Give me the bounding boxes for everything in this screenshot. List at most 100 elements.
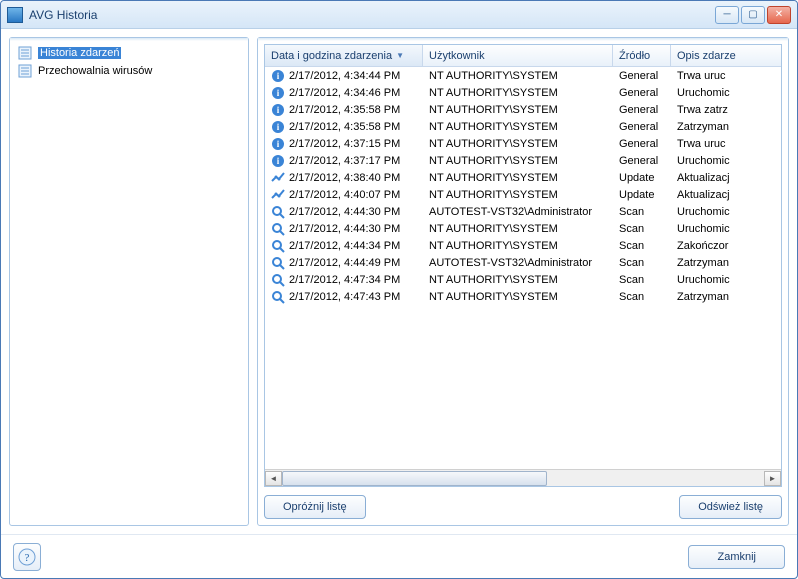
table-row[interactable]: i 2/17/2012, 4:37:15 PM NT AUTHORITY\SYSTE… [265, 135, 781, 152]
table-row[interactable]: 2/17/2012, 4:47:34 PM NT AUTHORITY\SYSTEM… [265, 271, 781, 288]
refresh-list-button[interactable]: Odśwież listę [679, 495, 782, 519]
cell-source: Update [613, 189, 671, 201]
cell-source: General [613, 70, 671, 82]
column-header-user[interactable]: Użytkownik [423, 45, 613, 66]
list-icon [18, 64, 34, 78]
info-icon: i [271, 120, 285, 134]
sidebar-item-label: Przechowalnia wirusów [38, 65, 152, 77]
scrollbar-track[interactable] [282, 471, 764, 486]
cell-text: 2/17/2012, 4:38:40 PM [289, 172, 400, 184]
cell-description: Uruchomic [671, 274, 781, 286]
cell-source: Scan [613, 206, 671, 218]
cell-user: NT AUTHORITY\SYSTEM [423, 240, 613, 252]
cell-user: AUTOTEST-VST32\Administrator [423, 206, 613, 218]
cell-user: NT AUTHORITY\SYSTEM [423, 155, 613, 167]
cell-text: 2/17/2012, 4:47:34 PM [289, 274, 400, 286]
cell-text: 2/17/2012, 4:34:46 PM [289, 87, 400, 99]
minimize-button[interactable]: ─ [715, 6, 739, 24]
cell-date: 2/17/2012, 4:47:43 PM [265, 290, 423, 304]
cell-text: 2/17/2012, 4:35:58 PM [289, 104, 400, 116]
cell-user: NT AUTHORITY\SYSTEM [423, 274, 613, 286]
table-row[interactable]: i2/17/2012, 4:34:44 PMNT AUTHORITY\SYSTE… [265, 67, 781, 84]
cell-description: Uruchomic [671, 223, 781, 235]
cell-source: Scan [613, 223, 671, 235]
cell-description: Uruchomic [671, 155, 781, 167]
scroll-left-arrow[interactable]: ◄ [265, 471, 282, 486]
scan-icon [271, 205, 285, 219]
cell-text: 2/17/2012, 4:37:15 PM [289, 138, 400, 150]
cell-description: Trwa uruc [671, 138, 781, 150]
cell-text: 2/17/2012, 4:44:34 PM [289, 240, 400, 252]
cell-user: NT AUTHORITY\SYSTEM [423, 189, 613, 201]
cell-user: NT AUTHORITY\SYSTEM [423, 291, 613, 303]
sidebar-item-virus-vault[interactable]: Przechowalnia wirusów [14, 62, 244, 80]
cell-user: NT AUTHORITY\SYSTEM [423, 138, 613, 150]
column-header-description[interactable]: Opis zdarze [671, 45, 781, 66]
scrollbar-thumb[interactable] [282, 471, 547, 486]
cell-text: 2/17/2012, 4:44:49 PM [289, 257, 400, 269]
empty-list-button[interactable]: Opróżnij listę [264, 495, 366, 519]
cell-text: 2/17/2012, 4:34:44 PM [289, 70, 400, 82]
maximize-button[interactable]: ▢ [741, 6, 765, 24]
table-row[interactable]: i2/17/2012, 4:35:58 PMNT AUTHORITY\SYSTE… [265, 101, 781, 118]
horizontal-scrollbar[interactable]: ◄ ► [265, 469, 781, 486]
sidebar-panel: Historia zdarzeń Przechowalnia wirusów [9, 37, 249, 526]
cell-description: Trwa uruc [671, 70, 781, 82]
scan-icon [271, 290, 285, 304]
cell-date: i2/17/2012, 4:34:44 PM [265, 69, 423, 83]
cell-text: 2/17/2012, 4:37:17 PM [289, 155, 400, 167]
sidebar-item-event-history[interactable]: Historia zdarzeń [14, 44, 244, 62]
cell-user: NT AUTHORITY\SYSTEM [423, 121, 613, 133]
cell-date: 2/17/2012, 4:40:07 PM [265, 188, 423, 202]
list-icon [18, 46, 34, 60]
cell-description: Aktualizacj [671, 172, 781, 184]
svg-text:?: ? [25, 552, 30, 564]
table-row[interactable]: 2/17/2012, 4:44:34 PM NT AUTHORITY\SYSTEM… [265, 237, 781, 254]
scan-icon [271, 239, 285, 253]
cell-user: NT AUTHORITY\SYSTEM [423, 70, 613, 82]
close-button[interactable]: ✕ [767, 6, 791, 24]
cell-date: i 2/17/2012, 4:37:17 PM [265, 154, 423, 168]
table-body: i2/17/2012, 4:34:44 PMNT AUTHORITY\SYSTE… [265, 67, 781, 469]
cell-text: 2/17/2012, 4:44:30 PM [289, 223, 400, 235]
table-row[interactable]: i 2/17/2012, 4:37:17 PM NT AUTHORITY\SYSTE… [265, 152, 781, 169]
table-row[interactable]: 2/17/2012, 4:44:49 PM AUTOTEST-VST32\Admi… [265, 254, 781, 271]
column-header-source[interactable]: Źródło [613, 45, 671, 66]
cell-date: 2/17/2012, 4:44:49 PM [265, 256, 423, 270]
help-button[interactable]: ? [13, 543, 41, 571]
cell-user: AUTOTEST-VST32\Administrator [423, 257, 613, 269]
cell-source: Update [613, 172, 671, 184]
table-row[interactable]: 2/17/2012, 4:44:30 PMNT AUTHORITY\SYSTEM… [265, 220, 781, 237]
cell-description: Trwa zatrz [671, 104, 781, 116]
cell-user: NT AUTHORITY\SYSTEM [423, 87, 613, 99]
info-icon: i [271, 86, 285, 100]
info-icon: i [271, 137, 285, 151]
table-row[interactable]: 2/17/2012, 4:44:30 PM AUTOTEST-VST32\Admi… [265, 203, 781, 220]
cell-description: Zatrzyman [671, 121, 781, 133]
panel-buttons: Opróżnij listę Odśwież listę [264, 495, 782, 519]
table-row[interactable]: i2/17/2012, 4:35:58 PMNT AUTHORITY\SYSTE… [265, 118, 781, 135]
cell-date: i2/17/2012, 4:35:58 PM [265, 103, 423, 117]
info-icon: i [271, 154, 285, 168]
column-header-date[interactable]: Data i godzina zdarzenia ▼ [265, 45, 423, 66]
scan-icon [271, 273, 285, 287]
scroll-right-arrow[interactable]: ► [764, 471, 781, 486]
cell-user: NT AUTHORITY\SYSTEM [423, 172, 613, 184]
cell-date: 2/17/2012, 4:38:40 PM [265, 171, 423, 185]
close-dialog-button[interactable]: Zamknij [688, 545, 785, 569]
scan-icon [271, 256, 285, 270]
event-table: Data i godzina zdarzenia ▼ Użytkownik Źr… [264, 44, 782, 487]
main-panel: Data i godzina zdarzenia ▼ Użytkownik Źr… [257, 37, 789, 526]
cell-date: 2/17/2012, 4:44:34 PM [265, 239, 423, 253]
table-row[interactable]: 2/17/2012, 4:47:43 PMNT AUTHORITY\SYSTEM… [265, 288, 781, 305]
column-label: Data i godzina zdarzenia [271, 50, 392, 62]
table-row[interactable]: 2/17/2012, 4:38:40 PM NT AUTHORITY\SYSTEM… [265, 169, 781, 186]
titlebar[interactable]: AVG Historia ─ ▢ ✕ [1, 1, 797, 29]
footer: ? Zamknij [1, 534, 797, 578]
cell-source: General [613, 138, 671, 150]
table-row[interactable]: i 2/17/2012, 4:34:46 PM NT AUTHORITY\SYSTE… [265, 84, 781, 101]
cell-date: 2/17/2012, 4:44:30 PM [265, 222, 423, 236]
table-header: Data i godzina zdarzenia ▼ Użytkownik Źr… [265, 45, 781, 67]
cell-text: 2/17/2012, 4:44:30 PM [289, 206, 400, 218]
table-row[interactable]: 2/17/2012, 4:40:07 PMNT AUTHORITY\SYSTEM… [265, 186, 781, 203]
